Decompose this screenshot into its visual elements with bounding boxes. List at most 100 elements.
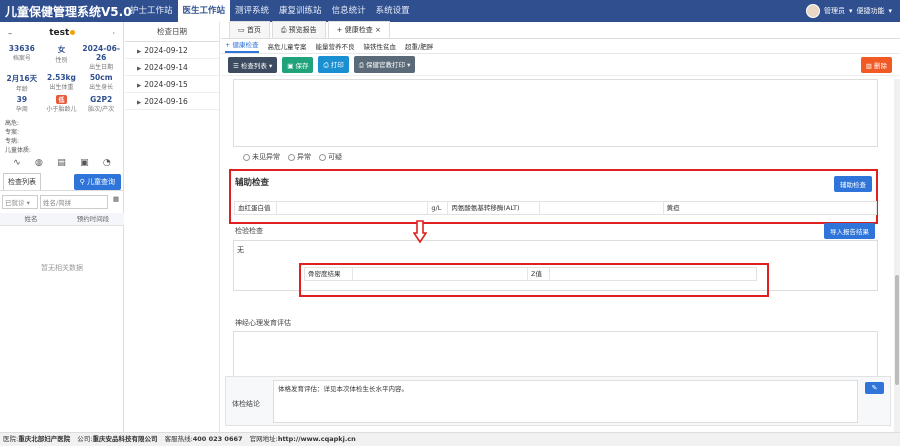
date-item[interactable]: ▶ 2024-09-15: [125, 76, 219, 93]
birth-date: 2024-06-26: [82, 44, 120, 62]
plus-icon: +: [336, 26, 345, 34]
date-label: 2024-09-14: [144, 63, 188, 72]
conclusion-textarea[interactable]: 体格发育评估：详见本次体检生长水平内容。: [273, 380, 858, 423]
save-button[interactable]: ▣ 保存: [282, 56, 314, 73]
date-item[interactable]: ▶ 2024-09-16: [125, 93, 219, 110]
site-label: 官网地址:: [249, 435, 278, 443]
child-query-button[interactable]: ⚲ 儿童查询: [73, 173, 121, 190]
subtab-obesity[interactable]: 超重/肥胖: [405, 41, 433, 51]
nav-nurse-station[interactable]: 护士工作站: [125, 0, 178, 22]
subtab-malnutrition[interactable]: 能量营养不良: [316, 41, 355, 51]
birth-weight-label: 出生体重: [49, 84, 74, 91]
visit-status-value: 已就诊: [5, 199, 25, 207]
date-label: 2024-09-16: [144, 97, 188, 106]
close-icon[interactable]: ×: [373, 26, 381, 34]
alt-input[interactable]: [540, 202, 664, 214]
image-icon[interactable]: ▣: [80, 158, 89, 168]
tab-home[interactable]: ▭ 首页: [229, 21, 270, 38]
top-bar: 儿童保健管理系统V5.0 护士工作站 医生工作站 测评系统 康复训练站 信息统计…: [0, 0, 900, 22]
visit-status-select[interactable]: 已就诊 ▾: [2, 195, 38, 209]
physique-label: 儿童体质:: [5, 147, 32, 154]
globe-icon[interactable]: ◍: [35, 158, 43, 168]
neuro-eval-textarea[interactable]: [233, 331, 878, 381]
nav-statistics[interactable]: 信息统计: [327, 0, 371, 22]
tab-health-check[interactable]: + 健康检查 ×: [327, 21, 390, 38]
top-nav: 护士工作站 医生工作站 测评系统 康复训练站 信息统计 系统设置: [125, 0, 415, 22]
birth-weight: 2.53kg: [47, 73, 76, 82]
radio-suspicious[interactable]: 可疑: [319, 152, 342, 162]
empty-message: 暂无相关数据: [41, 264, 83, 272]
refresh-icon[interactable]: ◔: [103, 158, 111, 168]
edit-icon[interactable]: ✎: [865, 382, 884, 394]
trash-icon: ▥: [865, 61, 874, 70]
age-label: 年龄: [15, 86, 28, 93]
radio-abnormal[interactable]: 异常: [288, 152, 311, 162]
edu-print-button[interactable]: ⎙ 保健官教打印 ▾: [353, 56, 416, 73]
aux-exam-fields: 血红蛋白值 g/L 丙氨酸氨基转移酶(ALT) 黄疸: [234, 201, 877, 215]
arrow-down-icon: [413, 220, 427, 244]
status-dot: [70, 30, 76, 35]
nav-settings[interactable]: 系统设置: [371, 0, 415, 22]
caret-right-icon: ▶: [137, 66, 142, 72]
gestation-label: 孕周: [15, 106, 28, 113]
nav-doctor-station[interactable]: 医生工作站: [177, 0, 231, 22]
scrollbar-thumb[interactable]: [895, 275, 899, 385]
col-name: 姓名: [24, 215, 38, 223]
tab-report[interactable]: ⎙ 预览报告: [271, 21, 326, 38]
patient-name: test: [49, 28, 70, 38]
document-icon[interactable]: ▤: [57, 158, 66, 168]
file-no-label: 档案号: [12, 55, 31, 62]
parity-label: 胎次/产次: [88, 106, 115, 113]
subtab-high-risk[interactable]: 高危儿童专案: [268, 41, 307, 51]
company-label: 公司:: [77, 435, 93, 443]
caret-right-icon: ▶: [137, 100, 142, 106]
birth-length: 50cm: [89, 73, 113, 82]
exam-textarea[interactable]: [233, 79, 878, 147]
nav-rehab[interactable]: 康复训练站: [274, 0, 327, 22]
date-list-header: 检查日期: [125, 22, 219, 42]
edu-print-label: 保健官教打印: [366, 61, 406, 69]
list-header: 姓名 预约时间段: [0, 213, 124, 226]
back-icon[interactable]: –: [8, 29, 12, 38]
search-icon: ⚲: [79, 177, 87, 186]
import-report-button[interactable]: 导入报告结果: [824, 223, 875, 239]
age: 2月16天: [6, 74, 38, 83]
aux-exam-button[interactable]: 辅助检查: [834, 176, 872, 192]
tab-report-label: 预览报告: [288, 26, 317, 34]
hemoglobin-input[interactable]: [277, 202, 429, 214]
growth-chart-icon[interactable]: ∿: [13, 158, 21, 168]
radio-abnormal-label: 异常: [297, 153, 311, 161]
delete-label: 删除: [874, 61, 887, 70]
tab-check-list[interactable]: 检查列表: [3, 173, 41, 190]
date-item[interactable]: ▶ 2024-09-14: [125, 59, 219, 76]
radio-normal-label: 未见异常: [252, 153, 280, 161]
sex: 女: [57, 45, 66, 54]
col-appointment: 预约时间段: [76, 215, 110, 223]
user-name[interactable]: 管理员: [824, 6, 845, 16]
birth-length-label: 出生身长: [89, 84, 114, 91]
delete-button[interactable]: ▥ 删除: [860, 56, 892, 73]
radio-normal[interactable]: 未见异常: [243, 152, 280, 162]
date-item[interactable]: ▶ 2024-09-12: [125, 42, 219, 59]
patient-panel: – test · 33636 档案号 女性别 2024-06-26 出生日期 2月1…: [0, 22, 124, 432]
scrollbar[interactable]: [894, 79, 900, 432]
date-label: 2024-09-12: [144, 46, 188, 55]
nav-assessment[interactable]: 测评系统: [230, 0, 274, 22]
hotline-label: 客服热线:: [164, 435, 193, 443]
print-button[interactable]: ⎙ 打印: [318, 56, 349, 73]
conclusion-label: 体检结论: [232, 400, 260, 408]
chevron-down-icon: ▾: [888, 7, 892, 15]
list-icon: ☰: [233, 61, 241, 70]
subtab-health-check[interactable]: + 健康检查: [225, 39, 259, 53]
check-list-button[interactable]: ☰ 检查列表 ▾: [228, 56, 278, 73]
subtab-anemia[interactable]: 缺铁性贫血: [364, 41, 397, 51]
name-search-input[interactable]: 姓名/简拼: [40, 195, 108, 209]
date-label: 2024-09-15: [144, 80, 188, 89]
avatar[interactable]: [805, 4, 820, 18]
table-icon[interactable]: ▦: [110, 195, 122, 209]
quick-functions[interactable]: 便捷功能: [856, 6, 884, 16]
collapse-icon[interactable]: ·: [112, 29, 115, 38]
main-panel: ▭ 首页 ⎙ 预览报告 + 健康检查 × + 健康检查 高危儿童专案 能量营养不…: [221, 21, 900, 432]
caret-right-icon: ▶: [137, 83, 142, 89]
site-link[interactable]: http://www.cqapkj.cn: [278, 435, 356, 443]
